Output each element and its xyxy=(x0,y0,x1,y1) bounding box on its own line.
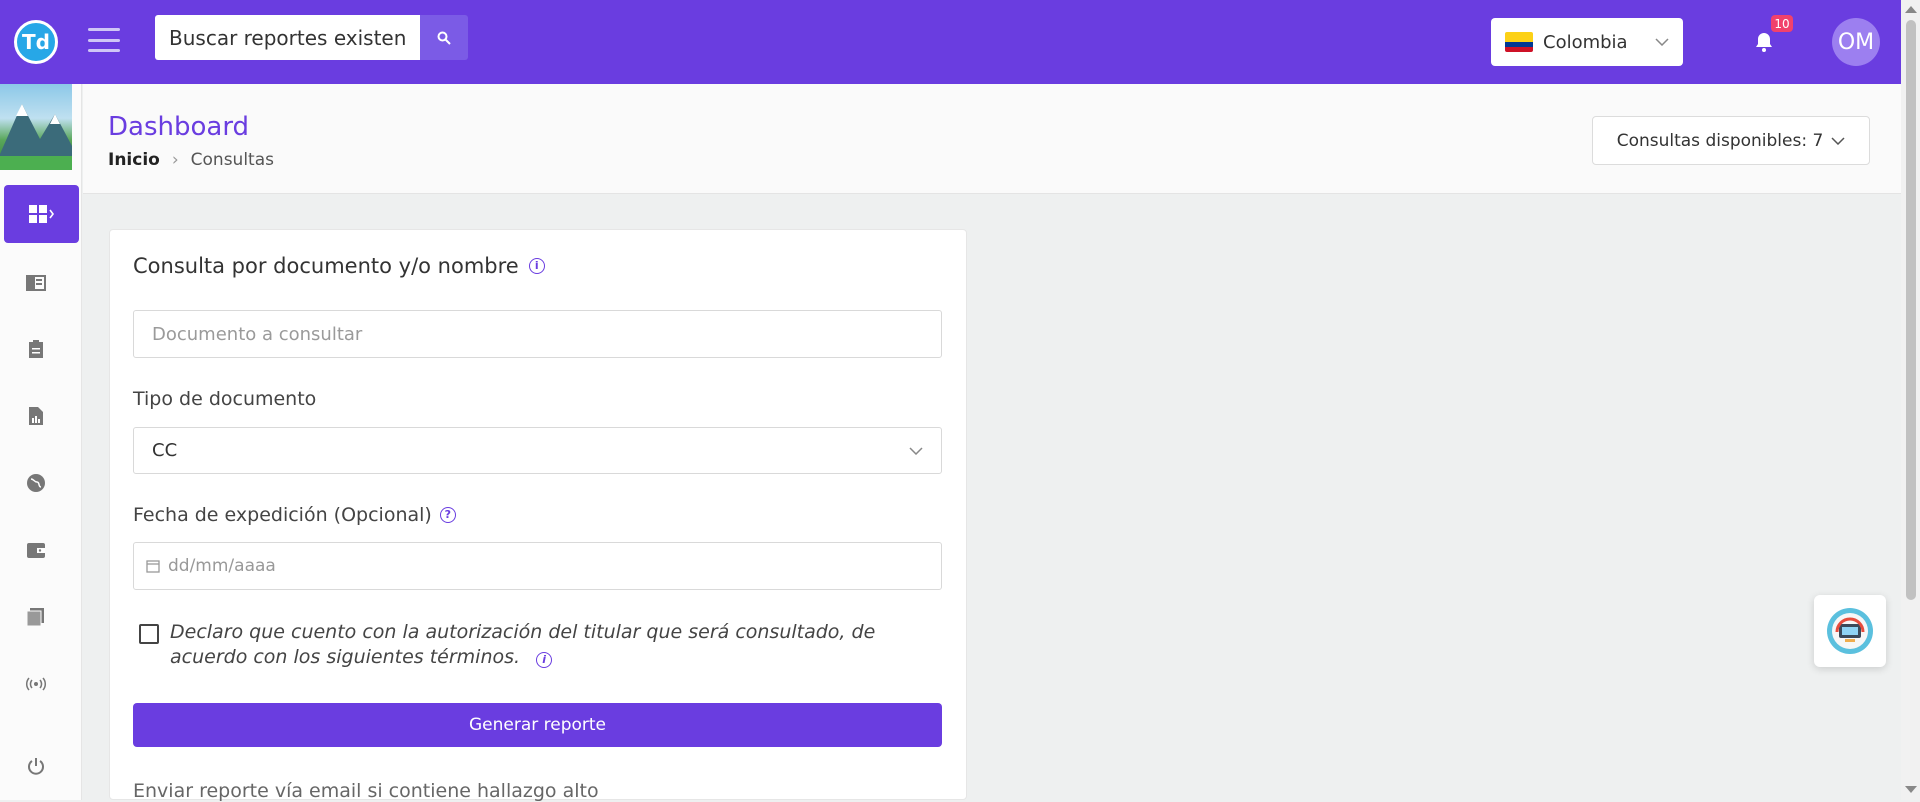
globe-icon xyxy=(27,474,45,492)
consultas-disponibles-button[interactable]: Consultas disponibles: 7 xyxy=(1592,116,1870,165)
scroll-down-arrow[interactable] xyxy=(1905,786,1917,793)
country-selector[interactable]: Colombia xyxy=(1491,18,1683,66)
email-option-label: Enviar reporte vía email si contiene hal… xyxy=(133,780,599,802)
page-header: Dashboard Inicio › Consultas Consultas d… xyxy=(83,84,1901,194)
hamburger-line xyxy=(88,49,120,52)
breadcrumb-current: Consultas xyxy=(190,150,274,170)
tipo-documento-select[interactable]: CC xyxy=(133,427,942,474)
document-input[interactable] xyxy=(133,310,942,358)
menu-toggle-button[interactable] xyxy=(88,28,120,52)
tipo-documento-label: Tipo de documento xyxy=(133,388,316,410)
calendar-icon xyxy=(146,560,160,573)
user-avatar[interactable]: OM xyxy=(1832,18,1880,66)
form-title-text: Consulta por documento y/o nombre xyxy=(133,254,519,278)
sidebar-item-book[interactable] xyxy=(24,271,48,295)
consulta-form-card: Consulta por documento y/o nombre i Tipo… xyxy=(109,229,967,802)
scroll-thumb[interactable] xyxy=(1906,20,1916,600)
report-file-icon xyxy=(29,407,43,425)
chevron-right-icon: › xyxy=(171,150,179,170)
sidebar-item-report[interactable] xyxy=(24,404,48,428)
notification-badge: 10 xyxy=(1771,15,1793,32)
fecha-label-text: Fecha de expedición (Opcional) xyxy=(133,504,432,526)
app-logo[interactable]: Td xyxy=(14,20,58,64)
sidebar-item-dashboard[interactable] xyxy=(4,185,79,243)
search-button[interactable] xyxy=(420,15,468,60)
search-icon xyxy=(437,31,451,45)
sidebar-item-logout[interactable] xyxy=(24,754,48,778)
country-label: Colombia xyxy=(1543,31,1628,53)
info-icon[interactable]: i xyxy=(528,258,545,274)
power-icon xyxy=(28,758,44,775)
authorization-checkbox[interactable] xyxy=(139,624,159,644)
hamburger-line xyxy=(88,38,120,42)
sidebar-item-globe[interactable] xyxy=(24,471,48,495)
dashboard-icon xyxy=(28,205,54,223)
fecha-label: Fecha de expedición (Opcional) ? xyxy=(133,504,456,526)
hamburger-line xyxy=(88,28,120,31)
sidebar xyxy=(0,84,82,800)
chevron-down-icon xyxy=(1831,136,1845,145)
page-scrollbar[interactable] xyxy=(1901,0,1920,800)
book-icon xyxy=(26,275,46,291)
sidebar-item-documents[interactable] xyxy=(24,605,48,629)
scroll-up-arrow[interactable] xyxy=(1905,6,1917,13)
support-chat-button[interactable] xyxy=(1814,595,1886,667)
form-title: Consulta por documento y/o nombre i xyxy=(133,254,545,278)
consultas-label: Consultas disponibles: 7 xyxy=(1616,130,1824,151)
clipboard-icon xyxy=(29,340,43,358)
tipo-documento-label-text: Tipo de documento xyxy=(133,388,317,410)
sidebar-item-clipboard[interactable] xyxy=(24,337,48,361)
sidebar-item-wallet[interactable] xyxy=(24,538,48,562)
sidebar-landscape-image xyxy=(0,84,72,170)
tipo-documento-value: CC xyxy=(152,440,178,461)
fecha-placeholder: dd/mm/aaaa xyxy=(168,556,276,576)
top-bar: Td Colombia 10 OM xyxy=(0,0,1920,84)
generar-reporte-button[interactable]: Generar reporte xyxy=(133,703,942,747)
support-agent-icon xyxy=(1827,608,1873,654)
chevron-down-icon xyxy=(909,446,923,455)
page-title: Dashboard xyxy=(108,112,250,142)
fecha-expedicion-input[interactable]: dd/mm/aaaa xyxy=(133,542,942,590)
bell-icon[interactable] xyxy=(1752,30,1776,54)
breadcrumb-home[interactable]: Inicio xyxy=(108,150,160,170)
breadcrumb: Inicio › Consultas xyxy=(108,150,274,170)
broadcast-icon xyxy=(25,677,47,691)
authorization-declaration: Declaro que cuento con la autorización d… xyxy=(170,621,876,668)
wallet-icon xyxy=(27,543,45,558)
sidebar-item-broadcast[interactable] xyxy=(24,672,48,696)
colombia-flag-icon xyxy=(1505,32,1533,52)
authorization-text: Declaro que cuento con la autorización d… xyxy=(170,620,910,670)
documents-icon xyxy=(26,608,44,627)
search-box xyxy=(155,15,468,60)
chevron-down-icon xyxy=(1655,38,1669,46)
search-input[interactable] xyxy=(155,15,420,60)
info-icon[interactable]: i xyxy=(536,652,553,668)
help-icon[interactable]: ? xyxy=(439,507,456,523)
